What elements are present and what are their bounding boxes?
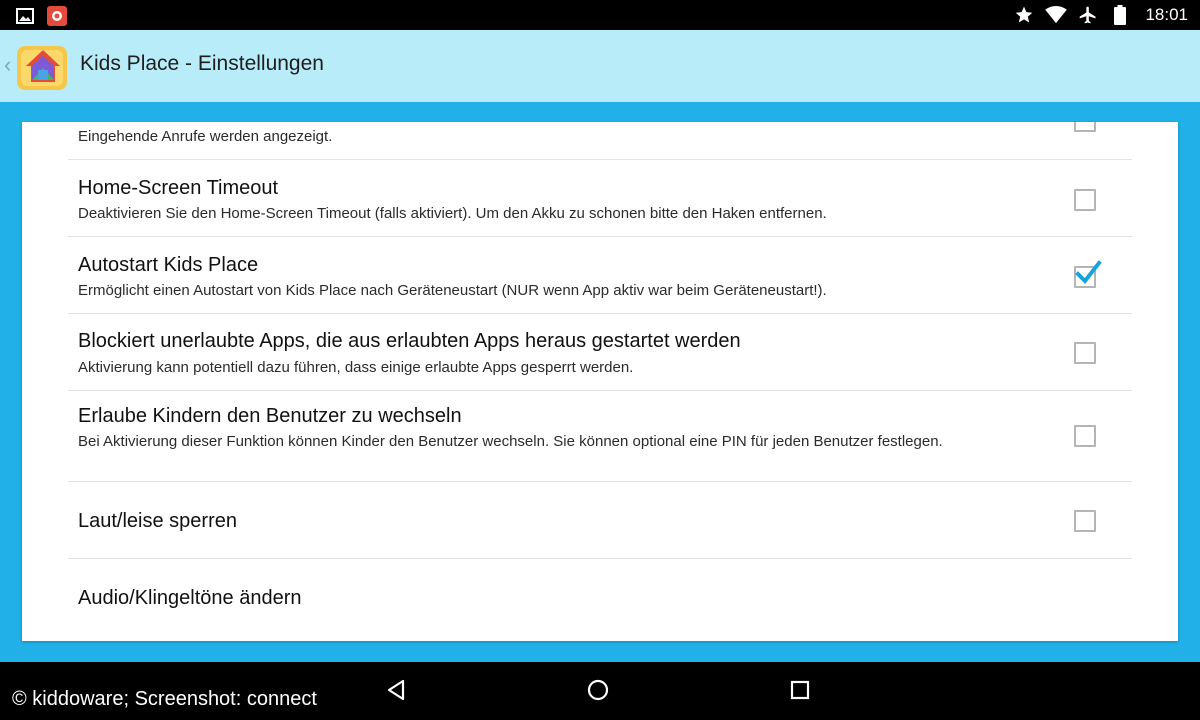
status-right-icons: 18:01 xyxy=(1013,3,1188,27)
setting-row-block-unauthorized-apps[interactable]: Blockiert unerlaubte Apps, die aus erlau… xyxy=(68,314,1132,391)
settings-list: Eingehende Anrufe werden angezeigt. Home… xyxy=(22,122,1178,641)
checkbox-autostart[interactable] xyxy=(1074,260,1102,288)
checkbox-block-unauthorized-apps[interactable] xyxy=(1074,342,1096,364)
checkbox-incoming-calls[interactable] xyxy=(1074,122,1096,132)
gallery-icon xyxy=(14,5,36,27)
checkbox-home-screen-timeout[interactable] xyxy=(1074,189,1096,211)
setting-summary: Ermöglicht einen Autostart von Kids Plac… xyxy=(78,282,827,299)
recents-icon[interactable] xyxy=(788,678,816,706)
status-bar: 18:01 xyxy=(0,0,1200,30)
wifi-icon xyxy=(1045,4,1068,26)
star-icon xyxy=(1013,4,1035,26)
notification-app-icon xyxy=(46,5,68,27)
action-bar: ‹ Kids Place - Einstellungen xyxy=(0,30,1200,102)
battery-icon xyxy=(1109,4,1131,26)
checkbox-volume-lock[interactable] xyxy=(1074,510,1096,532)
status-left-icons xyxy=(14,5,68,27)
setting-summary: Aktivierung kann potentiell dazu führen,… xyxy=(78,359,634,376)
navigation-bar: © kiddoware; Screenshot: connect xyxy=(0,662,1200,720)
up-chevron-icon[interactable]: ‹ xyxy=(4,54,11,76)
setting-title: Autostart Kids Place xyxy=(78,254,259,276)
checkmark-icon xyxy=(1075,260,1102,285)
setting-title: Erlaube Kindern den Benutzer zu wechseln xyxy=(78,405,462,427)
checkbox-switch-user[interactable] xyxy=(1074,425,1096,447)
home-icon[interactable] xyxy=(586,678,614,706)
setting-summary: Deaktivieren Sie den Home-Screen Timeout… xyxy=(78,205,827,222)
setting-row-switch-user[interactable]: Erlaube Kindern den Benutzer zu wechseln… xyxy=(68,391,1132,482)
setting-title: Blockiert unerlaubte Apps, die aus erlau… xyxy=(78,330,741,352)
setting-row-autostart[interactable]: Autostart Kids Place Ermöglicht einen Au… xyxy=(68,237,1132,314)
setting-row-incoming-calls[interactable]: Eingehende Anrufe werden angezeigt. xyxy=(68,122,1132,160)
setting-row-volume-lock[interactable]: Laut/leise sperren xyxy=(68,482,1132,559)
back-icon[interactable] xyxy=(384,678,412,706)
image-credit: © kiddoware; Screenshot: connect xyxy=(12,688,317,710)
setting-row-home-screen-timeout[interactable]: Home-Screen Timeout Deaktivieren Sie den… xyxy=(68,160,1132,237)
kids-place-app-icon[interactable] xyxy=(14,38,72,96)
airplane-mode-icon xyxy=(1077,4,1099,26)
content-area: Eingehende Anrufe werden angezeigt. Home… xyxy=(0,102,1200,662)
setting-summary: Bei Aktivierung dieser Funktion können K… xyxy=(78,433,943,450)
setting-title: Home-Screen Timeout xyxy=(78,177,279,199)
setting-title: Audio/Klingeltöne ändern xyxy=(78,587,302,609)
setting-title: Laut/leise sperren xyxy=(78,510,237,532)
setting-summary: Eingehende Anrufe werden angezeigt. xyxy=(78,128,333,145)
clock: 18:01 xyxy=(1145,5,1188,24)
setting-row-audio-ringtones[interactable]: Audio/Klingeltöne ändern xyxy=(68,559,1132,635)
page-title: Kids Place - Einstellungen xyxy=(80,52,324,75)
